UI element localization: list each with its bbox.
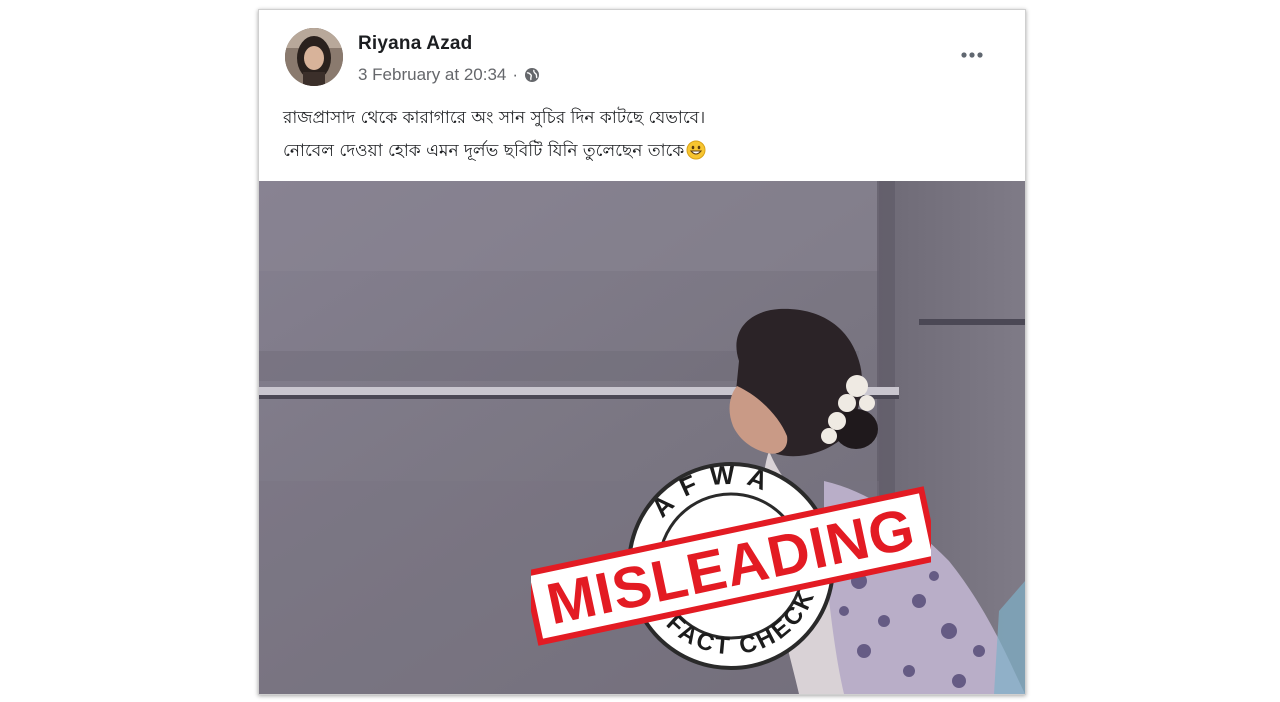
globe-icon[interactable] — [524, 67, 540, 83]
grinning-emoji-icon — [686, 139, 706, 160]
post-text-line-1: রাজপ্রাসাদ থেকে কারাগারে অং সান সুচির দি… — [283, 108, 706, 128]
author-avatar[interactable] — [285, 28, 343, 86]
facebook-post-screenshot: Riyana Azad 3 February at 20:34 · রাজপ্র… — [258, 9, 1026, 695]
post-text: রাজপ্রাসাদ থেকে কারাগারে অং সান সুচির দি… — [283, 102, 1005, 168]
post-header: Riyana Azad 3 February at 20:34 · — [259, 10, 1025, 100]
post-text-line-2-content: নোবেল দেওয়া হোক এমন দূর্লভ ছবিটি যিনি ত… — [283, 141, 685, 161]
meta-separator: · — [512, 65, 519, 84]
post-text-line-2: নোবেল দেওয়া হোক এমন দূর্লভ ছবিটি যিনি ত… — [283, 135, 1005, 168]
avatar-photo — [285, 28, 343, 86]
fact-check-stamp: AFWA FACT CHECK MISLEADING — [531, 451, 931, 675]
post-timestamp[interactable]: 3 February at 20:34 — [358, 65, 506, 85]
post-photo[interactable]: AFWA FACT CHECK MISLEADING — [259, 181, 1025, 694]
author-name[interactable]: Riyana Azad — [358, 33, 472, 55]
post-meta: 3 February at 20:34 · — [358, 65, 540, 85]
more-options-icon[interactable] — [957, 48, 987, 62]
